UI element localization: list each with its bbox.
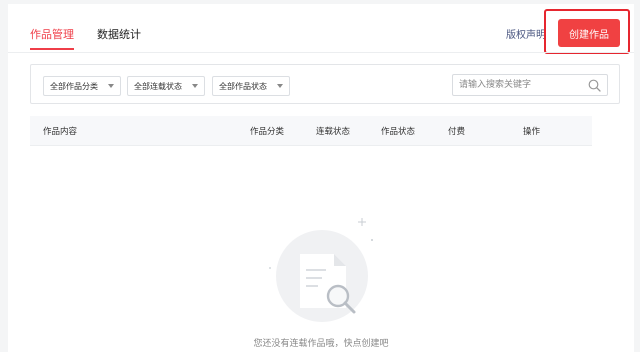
create-work-button[interactable]: 创建作品	[558, 19, 620, 47]
active-tab-indicator	[30, 48, 74, 50]
search-box	[452, 74, 608, 96]
tab-works-management[interactable]: 作品管理	[30, 26, 74, 42]
column-header-work-status: 作品状态	[381, 127, 416, 137]
chevron-down-icon	[277, 84, 283, 88]
work-status-filter-value: 全部作品状态	[219, 81, 267, 91]
category-filter-value: 全部作品分类	[50, 81, 98, 91]
copyright-notice-link[interactable]: 版权声明	[506, 26, 546, 41]
empty-state-message: 您还没有连载作品哦，快点创建吧	[253, 339, 389, 349]
empty-document-search-illustration	[269, 218, 373, 322]
column-header-serial-status: 连载状态	[316, 127, 351, 137]
column-header-content: 作品内容	[43, 127, 78, 137]
chevron-down-icon	[108, 84, 114, 88]
tab-data-statistics[interactable]: 数据统计	[97, 26, 141, 42]
work-status-filter-select[interactable]: 全部作品状态	[212, 76, 290, 96]
search-icon[interactable]	[588, 79, 601, 92]
serial-status-filter-value: 全部连载状态	[134, 81, 182, 91]
table-header: 作品内容 作品分类 连载状态 作品状态 付费 操作	[30, 116, 592, 146]
category-filter-select[interactable]: 全部作品分类	[43, 76, 121, 96]
search-input[interactable]	[453, 75, 593, 95]
column-header-action: 操作	[523, 127, 541, 137]
chevron-down-icon	[192, 84, 198, 88]
header-divider	[8, 52, 634, 53]
filter-bar: 全部作品分类 全部连载状态 全部作品状态	[30, 64, 620, 104]
column-header-category: 作品分类	[250, 127, 285, 137]
column-header-paid: 付费	[448, 127, 466, 137]
serial-status-filter-select[interactable]: 全部连载状态	[127, 76, 205, 96]
